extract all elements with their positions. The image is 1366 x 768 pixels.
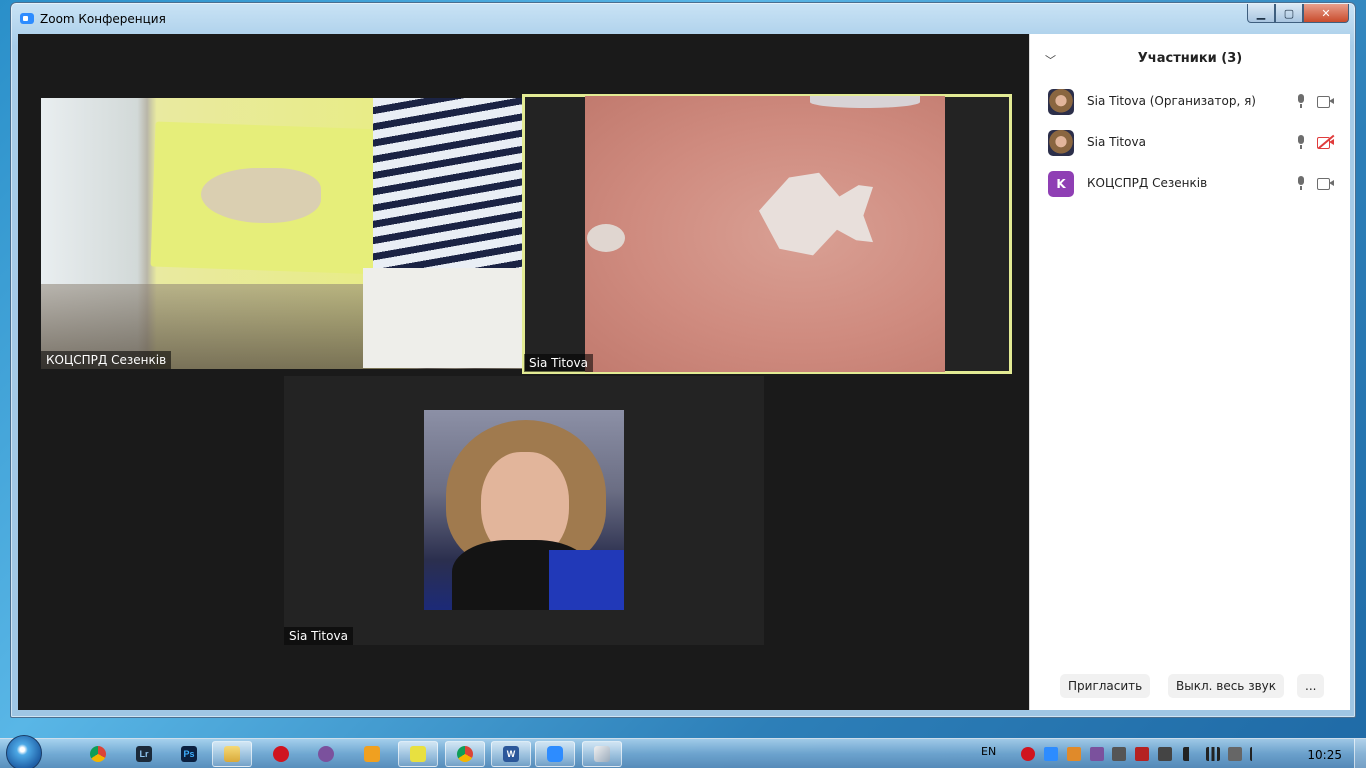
show-desktop-button[interactable] xyxy=(1354,739,1366,768)
window-controls: ▁ ▢ ✕ xyxy=(1247,4,1349,23)
participant-row[interactable]: Sia Titova xyxy=(1030,123,1350,164)
calendar-icon xyxy=(410,746,426,762)
profile-photo xyxy=(424,410,624,610)
video-camera-icon[interactable] xyxy=(1317,96,1334,108)
title-bar[interactable]: Zoom Конференция ▁ ▢ ✕ xyxy=(11,3,1355,33)
opera-tray-icon[interactable] xyxy=(1021,747,1035,761)
participants-panel: ﹀ Участники (3) Sia Titova (Организатор,… xyxy=(1029,34,1350,710)
media-player-icon xyxy=(364,746,380,762)
taskbar-opera[interactable] xyxy=(261,741,301,767)
window-title: Zoom Конференция xyxy=(40,12,166,26)
zoom-tray-icon[interactable] xyxy=(1044,747,1058,761)
network-icon[interactable] xyxy=(1206,747,1220,761)
zoom-window: Zoom Конференция ▁ ▢ ✕ КОЦСПРД Сезенків xyxy=(10,2,1356,718)
taskbar-chrome[interactable] xyxy=(78,741,118,767)
invite-button[interactable]: Пригласить xyxy=(1060,674,1151,698)
participant-name: Sia Titova (Организатор, я) xyxy=(1087,94,1256,108)
taskbar: Lr Ps W EN 10:25 xyxy=(0,735,1366,768)
participant-name: Sia Titova xyxy=(1087,135,1146,149)
word-icon: W xyxy=(503,746,519,762)
participant-row[interactable]: K КОЦСПРД Сезенків xyxy=(1030,164,1350,205)
video-tile-name: Sia Titova xyxy=(284,627,353,645)
clock[interactable]: 10:25 xyxy=(1307,748,1342,762)
microphone-icon[interactable] xyxy=(1297,94,1305,108)
explorer-icon xyxy=(224,746,240,762)
participants-footer: Пригласить Выкл. весь звук ... xyxy=(1030,666,1350,710)
taskbar-media-player[interactable] xyxy=(352,741,392,767)
maximize-button[interactable]: ▢ xyxy=(1275,4,1303,23)
paint-icon xyxy=(594,746,610,762)
microphone-icon[interactable] xyxy=(1297,176,1305,190)
viber-icon xyxy=(318,746,334,762)
participants-title: Участники (3) xyxy=(1137,51,1243,66)
video-tile-name: Sia Titova xyxy=(524,354,593,372)
taskbar-lightroom[interactable]: Lr xyxy=(124,741,164,767)
taskbar-photoshop[interactable]: Ps xyxy=(169,741,209,767)
taskbar-viber[interactable] xyxy=(306,741,346,767)
app-tray-icon[interactable] xyxy=(1067,747,1081,761)
microphone-icon[interactable] xyxy=(1297,135,1305,149)
zoom-icon xyxy=(547,746,563,762)
video-tile-3[interactable]: Sia Titova xyxy=(284,376,764,645)
photoshop-icon: Ps xyxy=(181,746,197,762)
video-camera-off-icon[interactable] xyxy=(1317,134,1335,149)
lightroom-icon: Lr xyxy=(136,746,152,762)
video-camera-icon[interactable] xyxy=(1317,178,1334,190)
video-feed-classroom xyxy=(41,98,523,369)
avatar xyxy=(1048,130,1074,156)
video-tile-1[interactable]: КОЦСПРД Сезенків xyxy=(41,98,523,369)
chrome-icon xyxy=(90,746,106,762)
meeting-area: КОЦСПРД Сезенків Sia Titova Sia Titova ﹀ xyxy=(18,34,1350,710)
volume-icon[interactable] xyxy=(1183,747,1197,761)
video-tile-2-active-speaker[interactable]: Sia Titova xyxy=(522,94,1012,374)
participants-list: Sia Titova (Организатор, я) Sia Titova K… xyxy=(1030,82,1350,205)
minimize-button[interactable]: ▁ xyxy=(1247,4,1275,23)
participant-name: КОЦСПРД Сезенків xyxy=(1087,176,1208,190)
taskbar-chrome-window[interactable] xyxy=(445,741,485,767)
zoom-app-icon xyxy=(20,13,34,24)
system-tray: EN 10:25 xyxy=(966,739,1366,768)
device-tray-icon[interactable] xyxy=(1228,747,1242,761)
lav-filters-tray-icon[interactable] xyxy=(1158,747,1172,761)
chrome-icon xyxy=(457,746,473,762)
taskbar-paint[interactable] xyxy=(582,741,622,767)
taskbar-calendar[interactable] xyxy=(398,741,438,767)
avatar: K xyxy=(1048,171,1074,197)
language-indicator[interactable]: EN xyxy=(981,745,996,758)
avatar xyxy=(1048,89,1074,115)
participants-header: ﹀ Участники (3) xyxy=(1030,34,1350,82)
close-button[interactable]: ✕ xyxy=(1303,4,1349,23)
video-feed-clay-fish xyxy=(585,96,945,372)
taskbar-word[interactable]: W xyxy=(491,741,531,767)
action-center-flag-icon[interactable] xyxy=(1250,747,1264,761)
fr-tray-icon[interactable] xyxy=(1112,747,1126,761)
more-button[interactable]: ... xyxy=(1297,674,1325,698)
taskbar-zoom[interactable] xyxy=(535,741,575,767)
participant-row[interactable]: Sia Titova (Организатор, я) xyxy=(1030,82,1350,123)
start-button[interactable] xyxy=(6,735,42,768)
lav-tray-icon[interactable] xyxy=(1135,747,1149,761)
opera-icon xyxy=(273,746,289,762)
viber-tray-icon[interactable] xyxy=(1090,747,1104,761)
taskbar-explorer[interactable] xyxy=(212,741,252,767)
mute-all-button[interactable]: Выкл. весь звук xyxy=(1168,674,1284,698)
video-tile-name: КОЦСПРД Сезенків xyxy=(41,351,172,369)
